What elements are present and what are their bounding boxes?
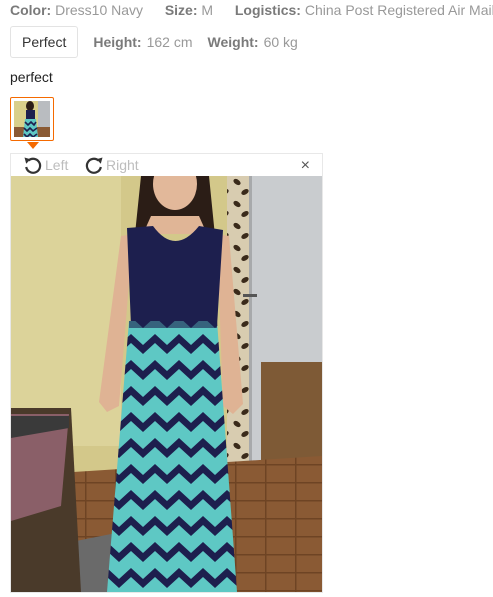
rotate-left-button[interactable]: Left <box>22 155 68 175</box>
size-value: M <box>201 2 214 18</box>
image-viewer: Left Right × <box>10 153 323 593</box>
weight-label: Weight: <box>207 34 259 50</box>
rotate-right-icon <box>85 157 103 174</box>
rotate-left-icon <box>24 157 42 174</box>
weight-value: 60 kg <box>263 34 298 50</box>
height-value: 162 cm <box>146 34 193 50</box>
photo-thumbnail[interactable] <box>10 97 54 141</box>
rotate-left-label: Left <box>45 157 69 173</box>
logistics-label: Logistics: <box>234 2 301 18</box>
color-label: Color: <box>10 2 52 18</box>
rating-tag: Perfect <box>10 26 79 58</box>
review-photo <box>11 176 322 592</box>
rotate-right-button[interactable]: Right <box>83 155 139 175</box>
review-photo-image <box>11 176 322 592</box>
rotate-right-label: Right <box>106 157 139 173</box>
review-item: Color: Dress10 Navy Size: M Logistics: C… <box>0 0 493 597</box>
height-label: Height: <box>93 34 142 50</box>
viewer-toolbar: Left Right × <box>11 154 322 176</box>
product-attributes: Color: Dress10 Navy Size: M Logistics: C… <box>10 1 493 19</box>
buyer-info: Perfect Height: 162 cm Weight: 60 kg <box>10 26 298 58</box>
close-icon[interactable]: × <box>301 156 310 176</box>
thumbnail-pointer <box>27 142 39 149</box>
thumbnail-image <box>14 101 50 137</box>
feedback-text: perfect <box>10 69 53 85</box>
size-label: Size: <box>164 2 198 18</box>
color-value: Dress10 Navy <box>55 2 144 18</box>
logistics-value: China Post Registered Air Mail <box>304 2 493 18</box>
